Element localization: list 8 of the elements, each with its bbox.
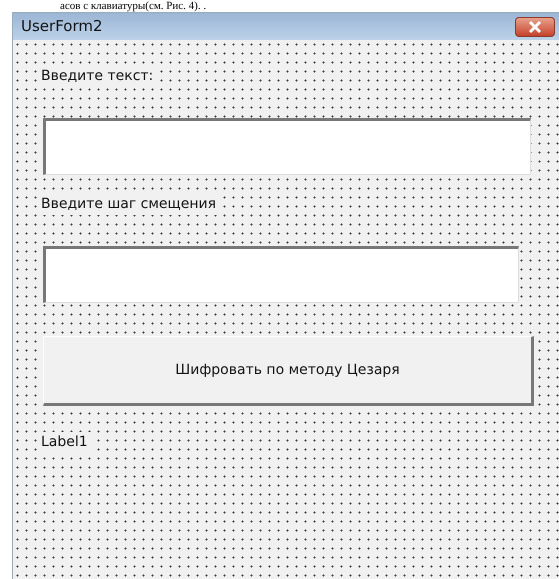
encrypt-button[interactable]: Шифровать по методу Цезаря [43, 336, 534, 406]
close-button[interactable] [515, 16, 555, 36]
document-text: асов с клавиатуры(см. Рис. 4). . [59, 1, 206, 12]
text-field[interactable] [43, 246, 519, 303]
text-field[interactable] [43, 118, 531, 175]
window-title: UserForm2 [21, 16, 103, 38]
form-label: Label1 [41, 432, 92, 453]
close-icon [528, 20, 542, 32]
